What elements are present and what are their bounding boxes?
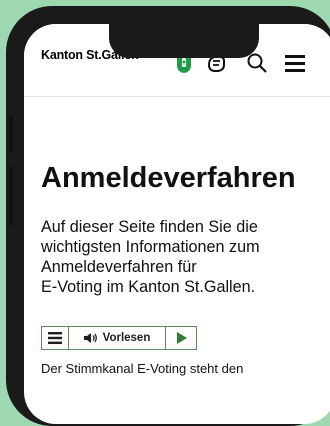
read-aloud-button[interactable]: Vorlesen [69,327,166,349]
phone-frame: Kanton St.Gallen Anmeldeverfahren Auf di… [6,6,330,426]
readspeaker-toolbar: Vorlesen [41,326,197,350]
play-icon [176,332,187,344]
body-paragraph: Der Stimmkanal E-Voting steht den [41,361,244,376]
page-title: Anmeldeverfahren [41,162,296,194]
intro-line: Anmeldeverfahren für [41,258,197,276]
phone-screen: Kanton St.Gallen Anmeldeverfahren Auf di… [24,24,330,424]
phone-side-button [9,116,13,152]
intro-line: Auf dieser Seite finden Sie die [41,218,258,236]
menu-icon [48,332,62,344]
speaker-icon [83,333,97,343]
readspeaker-play-button[interactable] [166,327,196,349]
menu-icon[interactable] [284,53,306,73]
intro-line: wichtigsten Informationen zum [41,238,260,256]
phone-volume-button [9,166,13,226]
intro-line: E-Voting im Kanton St.Gallen. [41,278,256,296]
intro-paragraph: Auf dieser Seite finden Sie die wichtigs… [41,217,321,297]
search-icon[interactable] [246,52,268,74]
read-aloud-label: Vorlesen [102,332,151,344]
phone-notch [109,24,259,58]
readspeaker-menu-button[interactable] [42,327,69,349]
